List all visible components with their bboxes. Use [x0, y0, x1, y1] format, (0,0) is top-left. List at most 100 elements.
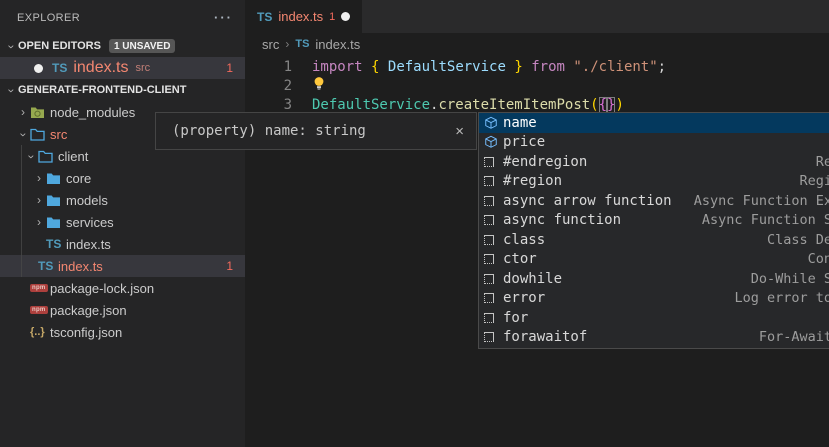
code-line-1[interactable]: 1import { DefaultService } from "./clien… [245, 57, 829, 76]
symbol-snippet-icon [484, 157, 494, 167]
tree-item-models[interactable]: › models [0, 189, 245, 211]
breadcrumb: src › TS index.ts [245, 33, 829, 55]
code-token: import [312, 59, 363, 75]
folder-icon [46, 194, 61, 207]
symbol-field-icon [484, 135, 498, 149]
open-editor-item[interactable]: TS index.ts src 1 [0, 57, 245, 79]
tree-item-index-ts[interactable]: TSindex.ts1 [0, 255, 245, 277]
symbol-field-icon [484, 116, 498, 130]
tab-index-ts[interactable]: TS index.ts 1 [245, 0, 362, 33]
tree-item-index-ts[interactable]: TSindex.ts [0, 233, 245, 255]
breadcrumb-folder[interactable]: src [262, 37, 279, 52]
chevron-right-icon: › [32, 171, 46, 185]
chevron-right-icon: › [285, 37, 289, 51]
chevron-down-icon: › [5, 40, 19, 54]
code-area[interactable]: 1import { DefaultService } from "./clien… [245, 55, 829, 114]
suggest-item-price[interactable]: price [479, 133, 829, 153]
tree-item-tsconfig-json[interactable]: {..}tsconfig.json [0, 321, 245, 343]
chevron-right-icon: › [32, 193, 46, 207]
node-modules-folder-icon [30, 106, 45, 119]
suggest-label: name [503, 115, 537, 131]
folder-open-icon [38, 150, 53, 163]
suggest-description: Async Function Expression [694, 193, 829, 209]
tree-item-package-json[interactable]: npmpackage.json [0, 299, 245, 321]
code-token [379, 59, 387, 75]
lightbulb-icon[interactable] [312, 76, 326, 91]
open-editors-section-header[interactable]: › OPEN EDITORS 1 UNSAVED [0, 35, 245, 57]
tree-item-label: package-lock.json [50, 281, 154, 296]
tree-item-label: node_modules [50, 105, 135, 120]
code-token: createItemItemPost [438, 97, 590, 113]
tab-filename: index.ts [278, 9, 323, 24]
typescript-file-icon: TS [52, 61, 67, 75]
typescript-file-icon: TS [257, 10, 272, 24]
suggest-item-async-arrow-function[interactable]: async arrow functionAsync Function Expre… [479, 191, 829, 211]
suggest-label: price [503, 134, 545, 150]
chevron-right-icon: › [32, 215, 46, 229]
code-token: } [514, 59, 522, 75]
chevron-down-icon: › [5, 84, 19, 98]
dirty-dot-icon[interactable] [341, 12, 350, 21]
folder-icon [46, 216, 61, 229]
tree-item-label: package.json [50, 303, 127, 318]
line-number: 2 [245, 78, 292, 94]
chevron-right-icon: › [16, 105, 30, 119]
folder-open-icon [30, 128, 45, 141]
code-token [523, 59, 531, 75]
tree-item-label: index.ts [58, 259, 103, 274]
suggest-description: Constructor [808, 251, 829, 267]
code-token: DefaultService [388, 59, 506, 75]
project-section-header[interactable]: › GENERATE-FRONTEND-CLIENT [0, 79, 245, 101]
line-number: 3 [245, 97, 292, 113]
suggest-label: #region [503, 173, 562, 189]
explorer-header: EXPLORER ··· [0, 0, 245, 35]
suggest-item-dowhile[interactable]: dowhileDo-While Statement [479, 269, 829, 289]
suggest-label: async function [503, 212, 621, 228]
breadcrumb-file[interactable]: index.ts [315, 37, 360, 52]
symbol-snippet-icon [484, 196, 494, 206]
suggest-item-for[interactable]: forFor Loop [479, 308, 829, 328]
suggest-item-name[interactable]: name [479, 113, 829, 133]
tree-item-label: index.ts [66, 237, 111, 252]
symbol-snippet-icon [484, 235, 494, 245]
explorer-sidebar: EXPLORER ··· › OPEN EDITORS 1 UNSAVED TS… [0, 0, 245, 447]
suggest-description: Class Definition [767, 232, 829, 248]
code-line-2[interactable]: 2 [245, 76, 829, 95]
suggest-item-forawaitof[interactable]: forawaitofFor-Await-of Loop [479, 328, 829, 348]
chevron-down-icon: › [17, 128, 31, 142]
tree-item-label: models [66, 193, 108, 208]
dirty-dot-icon[interactable] [34, 64, 43, 73]
tree-item-label: tsconfig.json [50, 325, 122, 340]
suggest-item-error[interactable]: errorLog error to console [479, 289, 829, 309]
typescript-file-icon: TS [295, 38, 309, 50]
suggest-label: for [503, 310, 528, 326]
tree-item-services[interactable]: ›services [0, 211, 245, 233]
explorer-title: EXPLORER [17, 12, 80, 24]
code-token: "./client" [573, 59, 657, 75]
suggest-item-ctor[interactable]: ctorConstructor [479, 250, 829, 270]
chevron-down-icon: › [25, 150, 39, 164]
symbol-snippet-icon [484, 274, 494, 284]
suggest-description: Async Function Statement [702, 212, 829, 228]
code-token: ; [658, 59, 666, 75]
code-token: DefaultService [312, 97, 430, 113]
error-squiggle: {} [599, 97, 616, 113]
tree-item-label: core [66, 171, 91, 186]
vscode-window: EXPLORER ··· › OPEN EDITORS 1 UNSAVED TS… [0, 0, 829, 447]
typescript-file-icon: TS [38, 259, 53, 273]
tree-item-package-lock-json[interactable]: npmpackage-lock.json [0, 277, 245, 299]
suggest-widget: name price #endregionRegion End#regionRegi… [478, 112, 829, 349]
symbol-snippet-icon [484, 215, 494, 225]
open-editor-filename: index.ts [73, 59, 128, 77]
suggest-item--endregion[interactable]: #endregionRegion End [479, 152, 829, 172]
suggest-item--region[interactable]: #regionRegion Start [479, 172, 829, 192]
hover-tooltip: (property) name: string × [155, 112, 477, 150]
unsaved-badge: 1 UNSAVED [109, 39, 176, 53]
suggest-item-async-function[interactable]: async function Async Function Statement [479, 211, 829, 231]
code-token [363, 59, 371, 75]
more-actions-icon[interactable]: ··· [214, 10, 233, 25]
close-icon[interactable]: × [455, 123, 464, 140]
suggest-description: Log error to console [734, 290, 829, 306]
suggest-item-class[interactable]: classClass Definition [479, 230, 829, 250]
tree-item-core[interactable]: › core [0, 167, 245, 189]
